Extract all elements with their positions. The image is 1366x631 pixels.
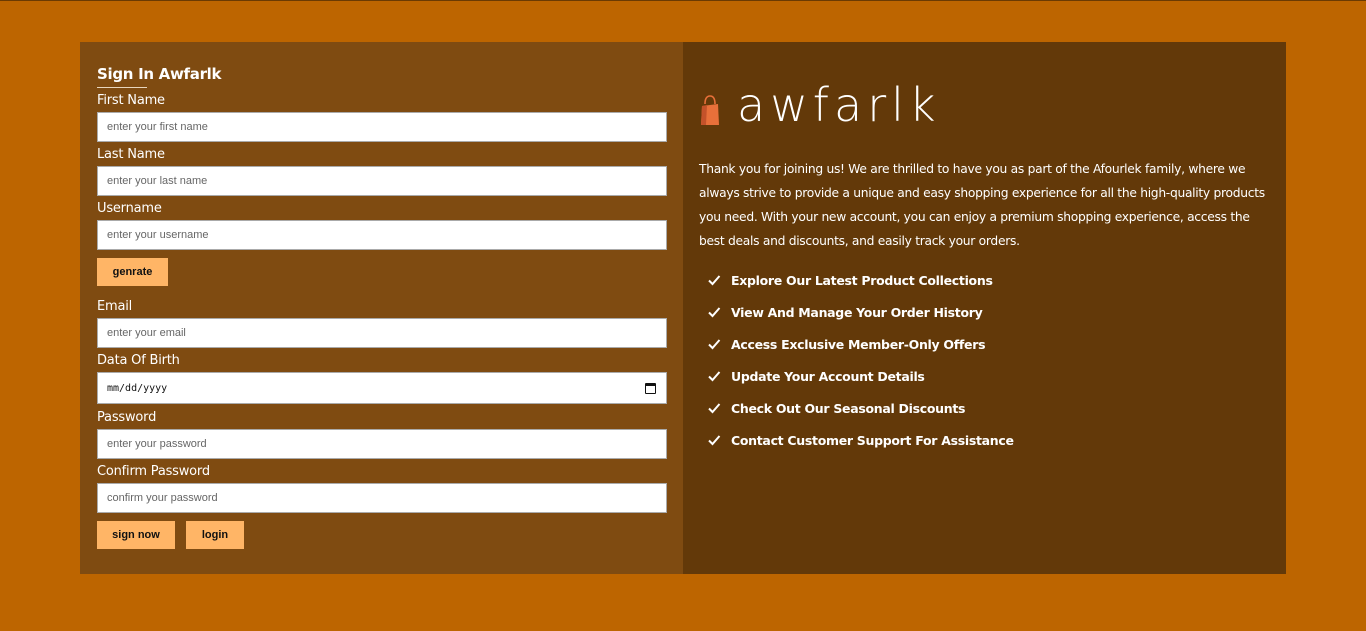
check-icon — [708, 371, 721, 382]
last-name-input[interactable] — [97, 166, 667, 196]
feature-item: View And Manage Your Order History — [707, 296, 1014, 328]
check-icon — [708, 307, 721, 318]
sign-now-button[interactable]: sign now — [97, 521, 175, 549]
feature-list: Explore Our Latest Product Collections V… — [707, 264, 1014, 456]
check-icon — [708, 403, 721, 414]
feature-label: Explore Our Latest Product Collections — [731, 272, 993, 288]
feature-item: Check Out Our Seasonal Discounts — [707, 392, 1014, 424]
password-input[interactable] — [97, 429, 667, 459]
feature-item: Access Exclusive Member-Only Offers — [707, 328, 1014, 360]
intro-text: Thank you for joining us! We are thrille… — [699, 162, 1265, 248]
dob-placeholder: mm/dd/yyyy — [107, 382, 168, 394]
generate-username-button[interactable]: genrate — [97, 258, 168, 286]
username-label: Username — [97, 201, 162, 216]
form-title: Sign In Awfarlk — [97, 65, 222, 83]
dob-input[interactable]: mm/dd/yyyy — [97, 372, 667, 404]
feature-label: View And Manage Your Order History — [731, 304, 983, 320]
calendar-icon[interactable] — [645, 382, 656, 394]
confirm-password-input[interactable] — [97, 483, 667, 513]
info-panel: awfarlk Thank you for joining us! We are… — [683, 42, 1286, 574]
dob-label: Data Of Birth — [97, 353, 180, 368]
signup-form: Sign In Awfarlk First Name Last Name Use… — [80, 42, 683, 574]
check-icon — [708, 339, 721, 350]
first-name-label: First Name — [97, 93, 165, 108]
feature-label: Check Out Our Seasonal Discounts — [731, 400, 966, 416]
username-input[interactable] — [97, 220, 667, 250]
brand-logo: awfarlk — [699, 82, 941, 128]
feature-label: Access Exclusive Member-Only Offers — [731, 336, 986, 352]
first-name-input[interactable] — [97, 112, 667, 142]
check-icon — [708, 275, 721, 286]
shopping-bag-icon — [701, 95, 719, 125]
email-label: Email — [97, 299, 133, 314]
feature-item: Contact Customer Support For Assistance — [707, 424, 1014, 456]
feature-label: Contact Customer Support For Assistance — [731, 432, 1014, 448]
login-button[interactable]: login — [186, 521, 244, 549]
confirm-password-label: Confirm Password — [97, 464, 210, 479]
password-label: Password — [97, 410, 157, 425]
title-underline — [97, 87, 147, 88]
check-icon — [708, 435, 721, 446]
brand-name: awfarlk — [737, 78, 941, 132]
feature-item: Explore Our Latest Product Collections — [707, 264, 1014, 296]
email-input[interactable] — [97, 318, 667, 348]
signup-card: Sign In Awfarlk First Name Last Name Use… — [80, 42, 1286, 574]
last-name-label: Last Name — [97, 147, 165, 162]
feature-item: Update Your Account Details — [707, 360, 1014, 392]
feature-label: Update Your Account Details — [731, 368, 925, 384]
